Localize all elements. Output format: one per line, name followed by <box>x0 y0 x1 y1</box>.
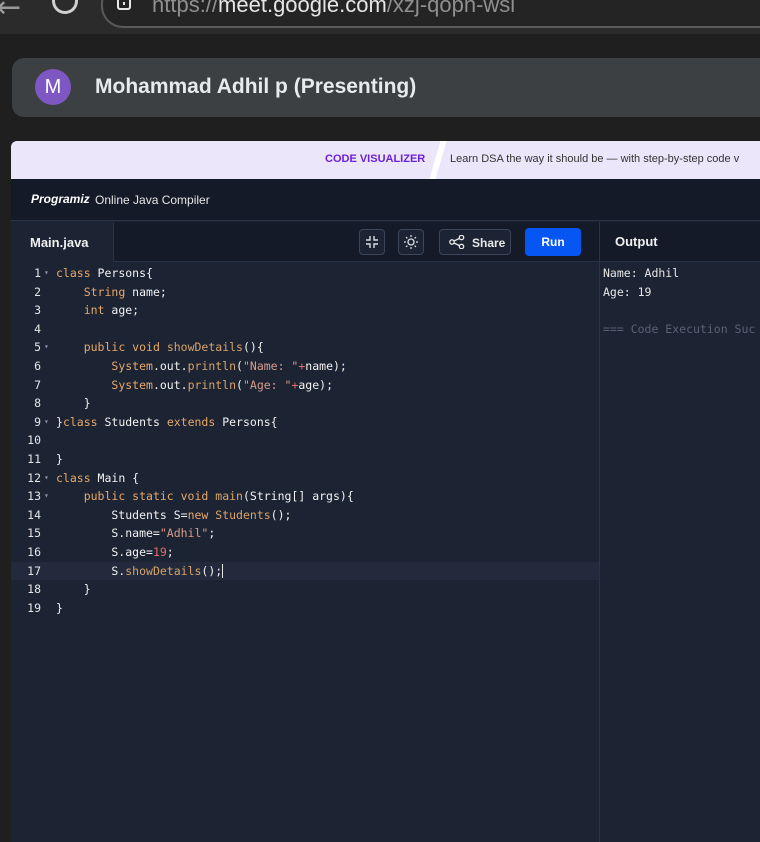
reload-icon[interactable] <box>52 0 78 14</box>
run-button[interactable]: Run <box>525 228 581 256</box>
code-editor[interactable]: 1 ▾ class Persons{2 String name; 3 int age;… <box>11 262 599 842</box>
line-number: 11 <box>27 452 41 466</box>
share-label: Share <box>472 236 506 250</box>
code-line[interactable]: 18 } <box>11 580 599 599</box>
line-code: } <box>56 452 63 466</box>
promo-title: CODE VISUALIZER <box>325 153 426 165</box>
line-number: 13 <box>27 489 41 504</box>
code-line[interactable]: 6 System.out.println("Name: "+name); <box>11 357 599 376</box>
line-code: S.showDetails(); <box>56 563 224 578</box>
line-number: 7 <box>34 377 41 392</box>
line-number: 19 <box>27 600 41 615</box>
line-code: public static void main(String[] args){ <box>83 489 354 504</box>
tab-label: Main.java <box>30 235 89 250</box>
code-line[interactable]: 17 S.showDetails(); <box>11 561 599 581</box>
compiler-navbar: Programiz Online Java Compiler <box>11 179 760 221</box>
line-number: 18 <box>27 582 41 597</box>
output-header: Output <box>599 222 760 262</box>
avatar: M <box>35 69 71 105</box>
share-button[interactable]: Share <box>439 229 511 255</box>
tab-main-java[interactable]: Main.java <box>11 222 114 262</box>
code-line[interactable]: 3 int age; <box>11 301 599 320</box>
line-code: int age; <box>83 303 140 318</box>
line-code: } <box>56 396 91 411</box>
line-number: 5 <box>34 340 41 355</box>
line-number: 12 <box>27 470 41 485</box>
code-line[interactable]: 11} <box>11 450 599 469</box>
line-number: 15 <box>27 526 41 541</box>
shared-screen: CODE VISUALIZER Learn DSA the way it sho… <box>11 141 760 842</box>
promo-text: Learn DSA the way it should be — with st… <box>450 153 740 165</box>
line-code: S.name="Adhil"; <box>56 526 216 541</box>
fold-arrow-icon[interactable]: ▾ <box>44 487 49 506</box>
line-code: String name; <box>83 284 167 299</box>
line-number: 16 <box>27 545 41 559</box>
code-line[interactable]: 12 ▾ class Main { <box>11 469 599 488</box>
line-number: 4 <box>34 321 41 336</box>
line-code: class Persons{ <box>56 266 153 280</box>
code-line[interactable]: 19} <box>11 599 599 618</box>
code-line[interactable]: 13 ▾ public static void main(String[] arg… <box>11 487 599 506</box>
fold-arrow-icon[interactable]: ▾ <box>44 469 49 488</box>
presenter-bar: M Mohammad Adhil p (Presenting) <box>12 58 760 117</box>
code-line[interactable]: 2 String name; <box>11 283 599 302</box>
line-number: 8 <box>34 396 41 411</box>
url-text[interactable]: https://meet.google.com/xzj-qopn-wsi <box>152 0 515 18</box>
line-code: class Main { <box>56 470 140 485</box>
code-line[interactable]: 1 ▾ class Persons{ <box>11 264 599 283</box>
line-code: } <box>56 600 63 615</box>
line-number: 10 <box>27 433 41 448</box>
site-info-icon[interactable] <box>117 0 131 10</box>
browser-toolbar: ← https://meet.google.com/xzj-qopn-wsi <box>0 0 760 34</box>
fold-arrow-icon[interactable]: ▾ <box>44 264 49 283</box>
page-title: Online Java Compiler <box>95 193 210 207</box>
line-code: Students S=new Students(); <box>56 507 292 522</box>
fold-arrow-icon[interactable]: ▾ <box>44 338 49 357</box>
line-number: 2 <box>34 284 41 299</box>
output-line: Age: 19 <box>603 284 652 299</box>
output-title: Output <box>615 234 658 249</box>
output-line: Name: Adhil <box>603 266 680 280</box>
fold-arrow-icon[interactable]: ▾ <box>44 413 49 432</box>
code-line[interactable]: 14 Students S=new Students(); <box>11 506 599 525</box>
code-line[interactable]: 9 ▾ }class Students extends Persons{ <box>11 413 599 432</box>
editor-toolbar: Main.java Share Run <box>11 222 599 262</box>
code-line[interactable]: 16 S.age=19; <box>11 543 599 562</box>
code-line[interactable]: 4 <box>11 320 599 339</box>
line-number: 3 <box>34 303 41 318</box>
code-line[interactable]: 15 S.name="Adhil"; <box>11 524 599 543</box>
url-host: meet.google.com <box>218 0 387 17</box>
exit-fullscreen-button[interactable] <box>359 229 385 255</box>
line-number: 1 <box>34 266 41 280</box>
line-code: S.age=19; <box>56 545 174 559</box>
code-line[interactable]: 10 <box>11 431 599 450</box>
promo-banner[interactable]: CODE VISUALIZER Learn DSA the way it sho… <box>11 141 760 179</box>
promo-divider <box>429 141 447 179</box>
line-code: System.out.println("Age: "+age); <box>111 377 333 392</box>
line-number: 14 <box>27 507 41 522</box>
line-code: }class Students extends Persons{ <box>56 414 278 429</box>
presenter-label: Mohammad Adhil p (Presenting) <box>95 75 417 98</box>
output-line: === Code Execution Suc <box>603 321 756 336</box>
share-nodes-icon <box>449 235 465 249</box>
line-number: 9 <box>34 414 41 429</box>
url-scheme: https:// <box>152 0 219 17</box>
url-path: /xzj-qopn-wsi <box>386 0 516 17</box>
line-code: System.out.println("Name: "+name); <box>111 359 347 373</box>
line-number: 17 <box>27 563 41 578</box>
line-number: 6 <box>34 359 41 373</box>
code-line[interactable]: 8 } <box>11 394 599 413</box>
line-code: } <box>56 582 91 597</box>
programiz-logo[interactable]: Programiz <box>31 192 90 206</box>
theme-toggle-button[interactable] <box>398 229 424 255</box>
code-line[interactable]: 7 System.out.println("Age: "+age); <box>11 376 599 395</box>
text-cursor <box>222 563 224 578</box>
sun-icon <box>404 235 418 249</box>
line-code: public void showDetails(){ <box>83 340 264 355</box>
collapse-icon <box>366 236 378 248</box>
code-line[interactable]: 5 ▾ public void showDetails(){ <box>11 338 599 357</box>
output-console: Name: Adhil Age: 19 === Code Execution Suc <box>599 262 760 842</box>
back-arrow-icon[interactable]: ← <box>0 0 21 25</box>
